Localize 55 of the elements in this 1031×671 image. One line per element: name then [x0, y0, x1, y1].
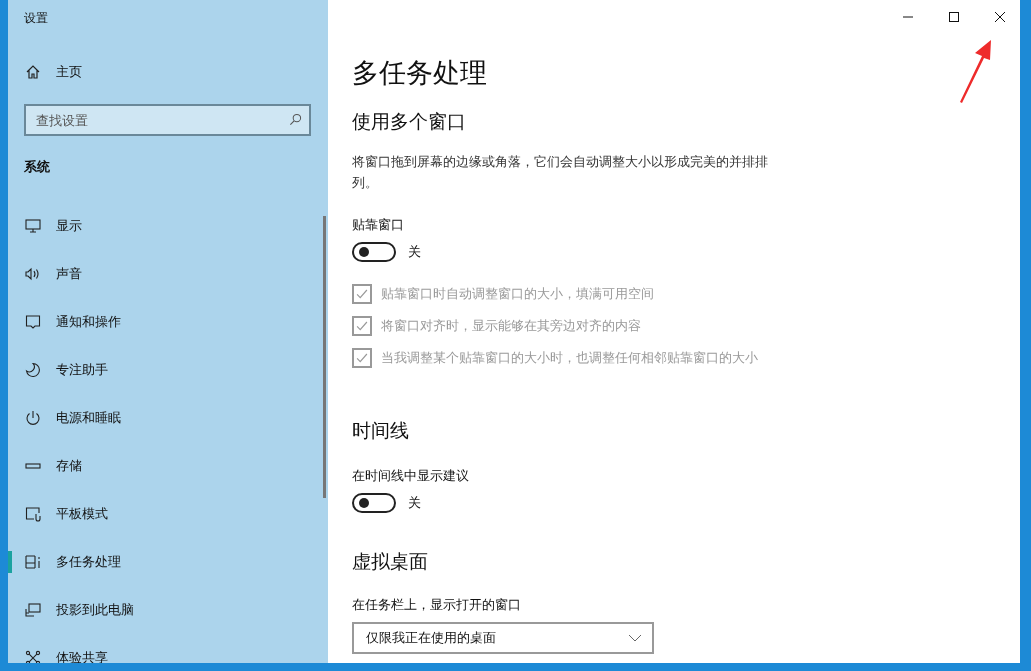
sidebar-item[interactable]: 存储	[8, 442, 328, 490]
sidebar-item[interactable]: 电源和睡眠	[8, 394, 328, 442]
toggle-switch[interactable]	[352, 493, 396, 513]
nav-label: 平板模式	[56, 505, 108, 523]
maximize-icon[interactable]	[948, 11, 960, 23]
annotation-arrow	[958, 38, 994, 104]
search-field[interactable]: 查找设置	[24, 104, 311, 136]
tablet-icon	[25, 506, 41, 522]
sidebar-item[interactable]: 投影到此电脑	[8, 586, 328, 634]
nav-label: 主页	[56, 63, 82, 81]
checkbox-label: 当我调整某个贴靠窗口的大小时，也调整任何相邻贴靠窗口的大小	[381, 349, 758, 367]
home-nav-item[interactable]: 主页	[8, 50, 328, 94]
scrollbar[interactable]	[323, 216, 326, 498]
chevron-down-icon	[628, 634, 642, 642]
toggle-state: 关	[408, 243, 421, 261]
setting-label: 贴靠窗口	[352, 217, 405, 234]
nav-label: 声音	[56, 265, 82, 283]
nav-label: 投影到此电脑	[56, 601, 134, 619]
nav-label: 专注助手	[56, 361, 108, 379]
notification-icon	[25, 314, 41, 330]
nav-label: 电源和睡眠	[56, 409, 121, 427]
share-icon	[25, 650, 41, 663]
nav-label: 存储	[56, 457, 82, 475]
moon-icon	[25, 362, 41, 378]
section-heading: 时间线	[352, 418, 410, 443]
section-label: 系统	[23, 158, 51, 176]
home-icon	[25, 64, 41, 80]
sidebar-item[interactable]: 通知和操作	[8, 298, 328, 346]
section-heading: 使用多个窗口	[352, 109, 467, 134]
project-icon	[25, 602, 41, 618]
sidebar-item[interactable]: 专注助手	[8, 346, 328, 394]
close-icon[interactable]	[994, 11, 1006, 23]
toggle-state: 关	[408, 494, 421, 512]
toggle-switch[interactable]	[352, 242, 396, 262]
window-title: 设置	[23, 10, 49, 27]
section-heading: 虚拟桌面	[352, 549, 429, 574]
setting-label: 在时间线中显示建议	[352, 468, 470, 485]
search-icon	[289, 113, 302, 126]
sidebar-item[interactable]: 多任务处理	[8, 538, 328, 586]
nav-label: 通知和操作	[56, 313, 121, 331]
sidebar-item[interactable]: 平板模式	[8, 490, 328, 538]
section-description: 将窗口拖到屏幕的边缘或角落，它们会自动调整大小以形成完美的并排排列。	[352, 153, 769, 192]
setting-label: 在任务栏上，显示打开的窗口	[352, 597, 522, 614]
checkbox-label: 贴靠窗口时自动调整窗口的大小，填满可用空间	[381, 285, 654, 303]
nav-label: 多任务处理	[56, 553, 121, 571]
page-title: 多任务处理	[352, 56, 487, 90]
checkbox-label: 将窗口对齐时，显示能够在其旁边对齐的内容	[381, 317, 641, 335]
display-icon	[25, 218, 41, 234]
sidebar-item[interactable]: 显示	[8, 202, 328, 250]
sound-icon	[25, 266, 41, 282]
sidebar-item[interactable]: 声音	[8, 250, 328, 298]
nav-label: 显示	[56, 217, 82, 235]
dropdown[interactable]: 仅限我正在使用的桌面	[352, 622, 654, 654]
multitask-icon	[25, 554, 41, 570]
power-icon	[25, 410, 41, 426]
